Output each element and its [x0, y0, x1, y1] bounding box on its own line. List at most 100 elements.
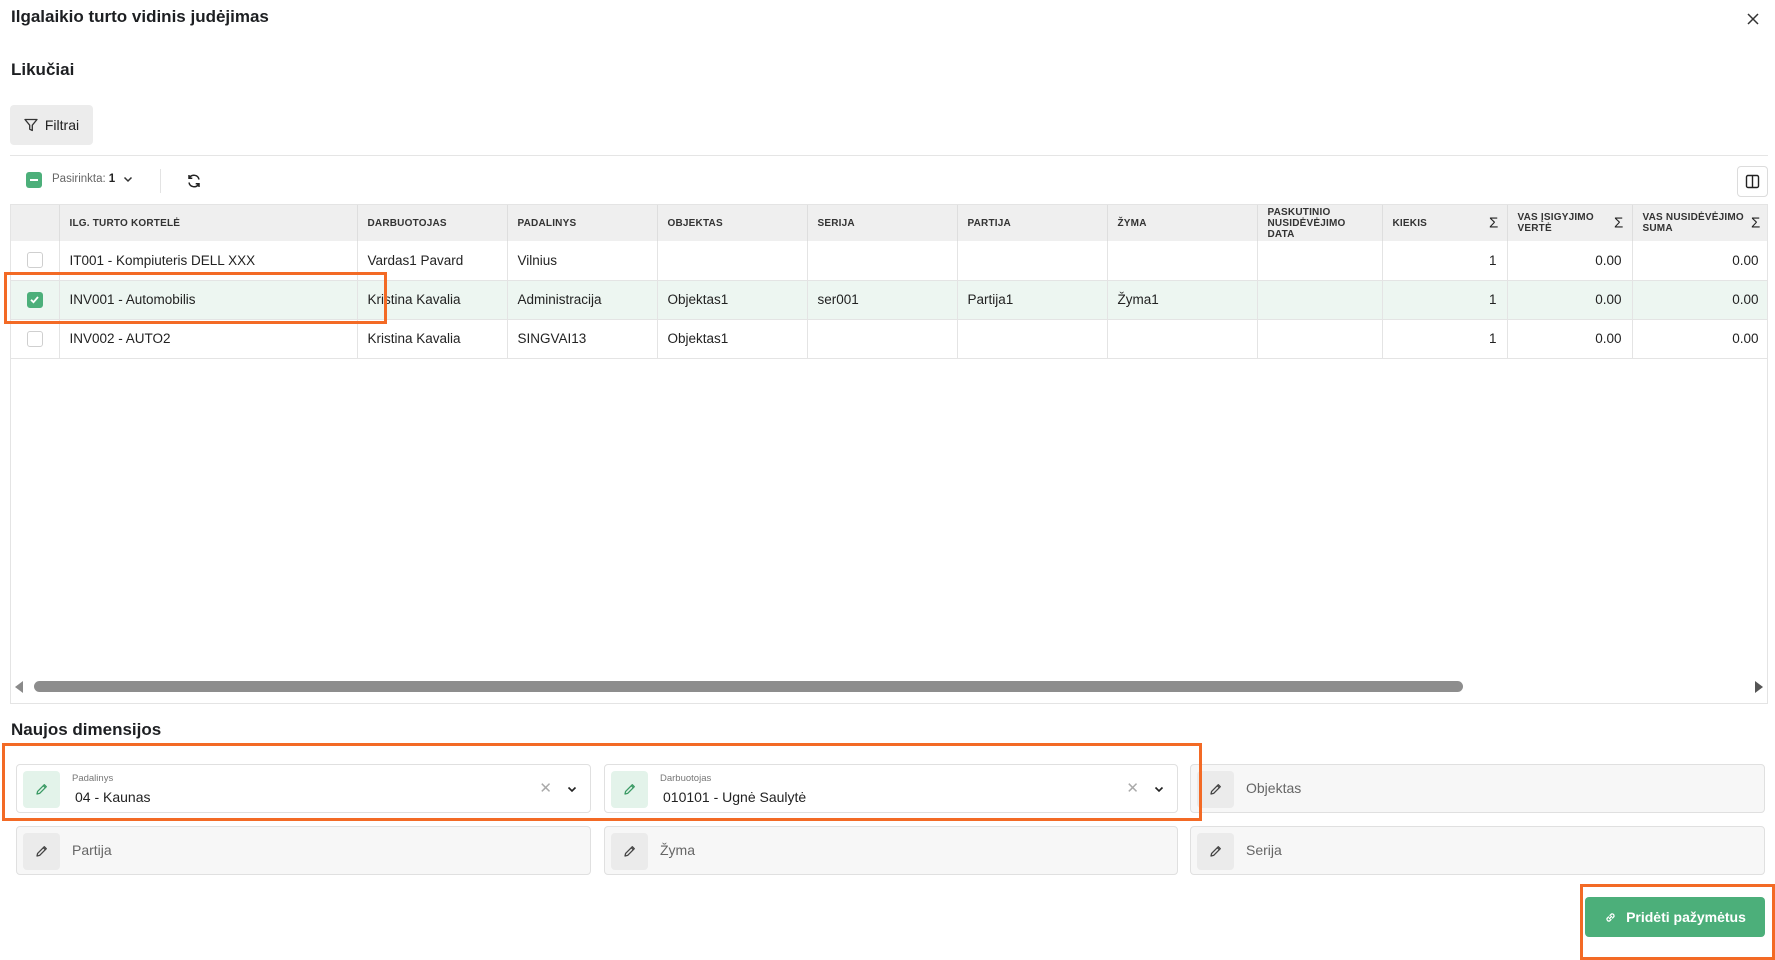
dialog-title: Ilgalaikio turto vidinis judėjimas — [11, 7, 269, 26]
column-header[interactable]: Padalinys — [507, 205, 658, 241]
scroll-left-arrow-icon[interactable] — [15, 681, 23, 693]
column-header-sum[interactable]: Kiekis Σ — [1382, 205, 1508, 241]
pencil-icon — [1197, 833, 1234, 870]
table-cell: Objektas1 — [657, 319, 808, 359]
row-select-cell — [11, 241, 60, 281]
clear-icon[interactable]: ✕ — [539, 781, 552, 797]
column-header[interactable]: Darbuotojas — [357, 205, 508, 241]
section-title-dimensions: Naujos dimensijos — [11, 720, 162, 739]
table-row[interactable]: INV002 - AUTO2 Kristina Kavalia SINGVAI1… — [11, 319, 1767, 359]
row-checkbox[interactable] — [26, 252, 43, 269]
selected-count: 1 — [108, 173, 116, 185]
close-button[interactable] — [1743, 9, 1763, 29]
table-cell — [1107, 241, 1258, 281]
partija-field[interactable]: Partija — [16, 826, 591, 875]
scroll-right-arrow-icon[interactable] — [1755, 681, 1763, 693]
table-cell: 0.00 — [1507, 241, 1633, 281]
table-cell: Vardas1 Pavard — [357, 241, 508, 281]
table-cell — [1257, 319, 1383, 359]
column-header-select — [11, 205, 60, 241]
padalinys-value: 04 - Kaunas — [75, 789, 151, 805]
column-header-label: VAS įsigyjimo vertė — [1517, 212, 1594, 234]
columns-toggle-button[interactable] — [1737, 166, 1768, 197]
horizontal-scrollbar[interactable] — [10, 676, 1768, 696]
serija-placeholder: Serija — [1246, 842, 1282, 858]
table-cell: 1 — [1382, 241, 1508, 281]
sum-icon[interactable]: Σ — [1489, 216, 1498, 231]
divider — [10, 155, 1768, 156]
table-cell: Vilnius — [507, 241, 658, 281]
row-checkbox[interactable] — [26, 330, 43, 347]
column-header[interactable]: Partija — [957, 205, 1108, 241]
table-cell: 0.00 — [1632, 319, 1767, 359]
objektas-field[interactable]: Objektas — [1190, 764, 1765, 813]
columns-icon — [1745, 174, 1760, 189]
column-header-label: Kiekis — [1392, 217, 1428, 229]
chevron-down-icon[interactable] — [566, 782, 578, 800]
table-header-row: Ilg. turto kortelė Darbuotojas Padalinys… — [11, 205, 1767, 241]
table-cell: INV001 - Automobilis — [59, 280, 358, 320]
filter-button[interactable]: Filtrai — [10, 105, 93, 145]
table-toolbar: Pasirinkta: 1 — [10, 166, 1768, 197]
column-header-sum[interactable]: VAS įsigyjimo vertė Σ — [1507, 205, 1633, 241]
column-header[interactable]: Serija — [807, 205, 958, 241]
clear-icon[interactable]: ✕ — [1126, 781, 1139, 797]
table-cell: 0.00 — [1632, 280, 1767, 320]
table-cell: Administracija — [507, 280, 658, 320]
table-cell: Objektas1 — [657, 280, 808, 320]
table-cell: 1 — [1382, 280, 1508, 320]
select-all-checkbox[interactable] — [26, 172, 42, 188]
table-row[interactable]: IT001 - Kompiuteris DELL XXX Vardas1 Pav… — [11, 241, 1767, 281]
refresh-icon — [188, 174, 200, 188]
column-header[interactable]: Žyma — [1107, 205, 1258, 241]
add-selected-label: Pridėti pažymėtus — [1626, 909, 1746, 925]
table-cell — [657, 241, 808, 281]
serija-field[interactable]: Serija — [1190, 826, 1765, 875]
toolbar-divider — [160, 169, 161, 193]
chevron-down-icon[interactable] — [1153, 782, 1165, 800]
scrollbar-thumb[interactable] — [34, 681, 1463, 692]
table-cell — [807, 319, 958, 359]
table-cell — [957, 319, 1108, 359]
chevron-down-icon — [124, 176, 133, 183]
selection-dropdown[interactable]: Pasirinkta: 1 — [52, 173, 134, 185]
balances-table: Ilg. turto kortelė Darbuotojas Padalinys… — [11, 205, 1767, 359]
pencil-icon — [23, 833, 60, 870]
table-cell — [1107, 319, 1258, 359]
sum-icon[interactable]: Σ — [1751, 216, 1760, 231]
partija-placeholder: Partija — [72, 842, 112, 858]
table-cell: IT001 - Kompiuteris DELL XXX — [59, 241, 358, 281]
darbuotojas-field[interactable]: Darbuotojas 010101 - Ugnė Saulytė ✕ — [604, 764, 1178, 813]
column-header-label: VAS nusidėvėjimo suma — [1642, 212, 1744, 234]
column-header[interactable]: Ilg. turto kortelė — [59, 205, 358, 241]
row-checkbox[interactable] — [26, 291, 43, 308]
table-cell: 1 — [1382, 319, 1508, 359]
add-selected-button[interactable]: Pridėti pažymėtus — [1585, 897, 1765, 937]
table-cell — [1257, 241, 1383, 281]
refresh-button[interactable] — [184, 171, 204, 191]
table-cell: 0.00 — [1507, 319, 1633, 359]
table-cell: Partija1 — [957, 280, 1108, 320]
divider — [10, 703, 1768, 704]
pencil-icon — [611, 833, 648, 870]
column-header-sum[interactable]: VAS nusidėvėjimo suma Σ — [1632, 205, 1767, 241]
balances-grid: Ilg. turto kortelė Darbuotojas Padalinys… — [10, 204, 1768, 704]
padalinys-label: Padalinys — [72, 773, 114, 784]
objektas-placeholder: Objektas — [1246, 780, 1302, 796]
table-row-selected[interactable]: INV001 - Automobilis Kristina Kavalia Ad… — [11, 280, 1767, 320]
sum-icon[interactable]: Σ — [1614, 216, 1623, 231]
table-cell — [957, 241, 1108, 281]
table-cell: 0.00 — [1632, 241, 1767, 281]
pencil-icon — [1197, 771, 1234, 808]
darbuotojas-label: Darbuotojas — [660, 773, 712, 784]
table-cell: 0.00 — [1507, 280, 1633, 320]
zyma-field[interactable]: Žyma — [604, 826, 1178, 875]
column-header[interactable]: Objektas — [657, 205, 808, 241]
check-icon — [30, 296, 39, 304]
link-icon — [1606, 912, 1615, 922]
table-cell: INV002 - AUTO2 — [59, 319, 358, 359]
column-header[interactable]: Paskutinio nusidėvėjimo data — [1257, 205, 1383, 241]
padalinys-field[interactable]: Padalinys 04 - Kaunas ✕ — [16, 764, 591, 813]
section-title-balances: Likučiai — [11, 60, 75, 79]
table-cell: ser001 — [807, 280, 958, 320]
